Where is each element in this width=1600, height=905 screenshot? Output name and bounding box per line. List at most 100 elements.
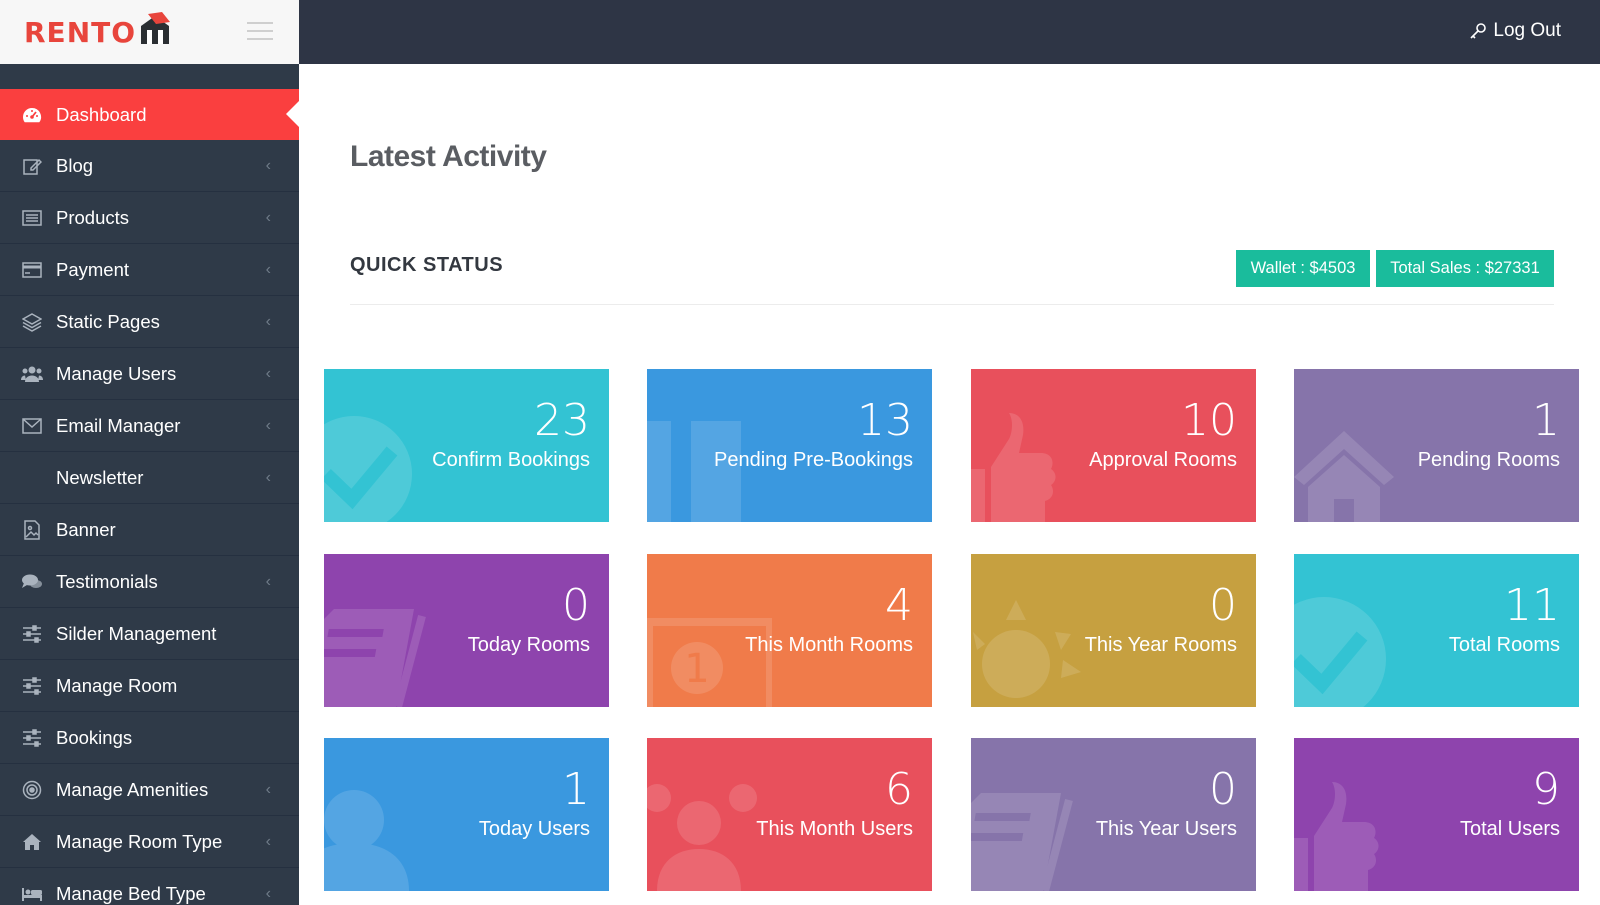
sidebar-item-blog[interactable]: Blog ‹ [0,140,299,192]
status-value: 0 [562,580,590,631]
sidebar-item-testimonials[interactable]: Testimonials ‹ [0,556,299,608]
status-label: Today Rooms [467,634,590,656]
status-card-this-month-rooms[interactable]: 1 4 This Month Rooms [647,554,932,707]
layers-icon [21,311,43,333]
status-card-this-month-users[interactable]: 6 This Month Users [647,738,932,891]
status-card-today-users[interactable]: 1 Today Users [324,738,609,891]
logout-button[interactable]: Log Out [1469,20,1561,42]
status-card-today-rooms[interactable]: 0 Today Rooms [324,554,609,707]
page-title: Latest Activity [350,140,547,173]
chevron-left-icon: ‹ [265,572,271,590]
sidebar-item-label: Manage Users [56,362,177,384]
status-value: 6 [885,764,913,815]
dashboard-icon [21,104,43,126]
status-value: 13 [857,395,913,446]
sidebar-item-banner[interactable]: Banner [0,504,299,556]
logo-bar: RENTO [0,0,299,64]
credit-card-icon [21,259,43,281]
chevron-left-icon: ‹ [265,312,271,330]
main-content: Latest Activity QUICK STATUS Wallet : $4… [299,64,1600,905]
sidebar-item-label: Payment [56,258,130,280]
status-value: 0 [1209,580,1237,631]
logout-label: Log Out [1493,20,1561,41]
sidebar-item-manage-room[interactable]: Manage Room [0,660,299,712]
sidebar-item-label: Silder Management [56,622,217,644]
sidebar-item-label: Manage Room [56,674,178,696]
status-card-pending-rooms[interactable]: 1 Pending Rooms [1294,369,1579,522]
status-card-this-year-rooms[interactable]: 0 This Year Rooms [971,554,1256,707]
sidebar-item-label: Bookings [56,726,133,748]
brand-logo[interactable]: RENTO [24,11,172,53]
chevron-left-icon: ‹ [265,884,271,902]
menu-toggle-icon[interactable] [247,22,273,40]
sidebar-item-slider-management[interactable]: Silder Management [0,608,299,660]
status-label: Pending Pre-Bookings [713,449,913,471]
sidebar-item-label: Static Pages [56,310,160,332]
sidebar-item-label: Products [56,206,130,228]
chevron-left-icon: ‹ [265,780,271,798]
sidebar-item-products[interactable]: Products ‹ [0,192,299,244]
sidebar-item-label: Manage Bed Type [56,882,206,904]
status-card-grid: 23 Confirm Bookings 13 Pending Pre-Booki… [324,369,1580,891]
sliders-icon [21,675,43,697]
chevron-left-icon: ‹ [265,156,271,174]
status-card-total-users[interactable]: 9 Total Users [1294,738,1579,891]
status-value: 4 [885,580,913,631]
status-value: 0 [1209,764,1237,815]
status-value: 23 [534,395,590,446]
sliders-icon [21,623,43,645]
sidebar-item-label: Newsletter [56,466,144,488]
sidebar-item-label: Manage Room Type [56,830,223,852]
total-sales-badge: Total Sales : $27331 [1376,250,1554,287]
sidebar-item-manage-users[interactable]: Manage Users ‹ [0,348,299,400]
sidebar-item-label: Blog [56,154,94,176]
sidebar-item-manage-amenities[interactable]: Manage Amenities ‹ [0,764,299,816]
home-icon [21,831,43,853]
sidebar: RENTO Dashboard Blog ‹ Products ‹ Paymen… [0,0,299,905]
status-card-this-year-users[interactable]: 0 This Year Users [971,738,1256,891]
sidebar-item-bookings[interactable]: Bookings [0,712,299,764]
status-card-confirm-bookings[interactable]: 23 Confirm Bookings [324,369,609,522]
edit-icon [21,155,43,177]
sidebar-item-dashboard[interactable]: Dashboard [0,89,299,140]
status-card-approval-rooms[interactable]: 10 Approval Rooms [971,369,1256,522]
chevron-left-icon: ‹ [265,832,271,850]
status-value: 10 [1181,395,1237,446]
sidebar-item-label: Testimonials [56,570,158,592]
sidebar-nav: Dashboard Blog ‹ Products ‹ Payment ‹ St… [0,89,299,905]
status-card-pending-pre-bookings[interactable]: 13 Pending Pre-Bookings [647,369,932,522]
sidebar-item-label: Manage Amenities [56,778,209,800]
target-icon [21,779,43,801]
status-label: This Month Rooms [745,634,913,656]
sidebar-item-manage-room-type[interactable]: Manage Room Type ‹ [0,816,299,868]
status-label: Total Users [1459,818,1560,840]
sidebar-item-email-manager[interactable]: Email Manager ‹ [0,400,299,452]
sidebar-item-static-pages[interactable]: Static Pages ‹ [0,296,299,348]
envelope-icon [21,415,43,437]
top-bar: Log Out [299,0,1600,64]
status-value: 9 [1532,764,1560,815]
status-card-total-rooms[interactable]: 11 Total Rooms [1294,554,1579,707]
list-icon [21,207,43,229]
status-value: 1 [1532,395,1560,446]
svg-text:1: 1 [684,646,709,692]
wallet-badge: Wallet : $4503 [1236,250,1370,287]
logo-house-icon [138,11,172,53]
divider [350,304,1554,305]
brand-logo-text: RENTO [24,15,137,49]
sidebar-item-payment[interactable]: Payment ‹ [0,244,299,296]
sidebar-item-label: Email Manager [56,414,181,436]
status-value: 11 [1504,580,1560,631]
status-label: Confirm Bookings [432,449,590,471]
status-label: Today Users [478,818,590,840]
sidebar-item-manage-bed-type[interactable]: Manage Bed Type ‹ [0,868,299,905]
image-file-icon [21,519,43,541]
sidebar-item-label: Banner [56,518,116,540]
status-label: Approval Rooms [1089,449,1237,471]
status-label: Total Rooms [1448,634,1560,656]
status-label: This Year Users [1095,818,1237,840]
status-label: Pending Rooms [1417,449,1560,471]
key-icon [1470,23,1487,39]
sidebar-item-newsletter[interactable]: Newsletter ‹ [0,452,299,504]
comments-icon [21,571,43,593]
